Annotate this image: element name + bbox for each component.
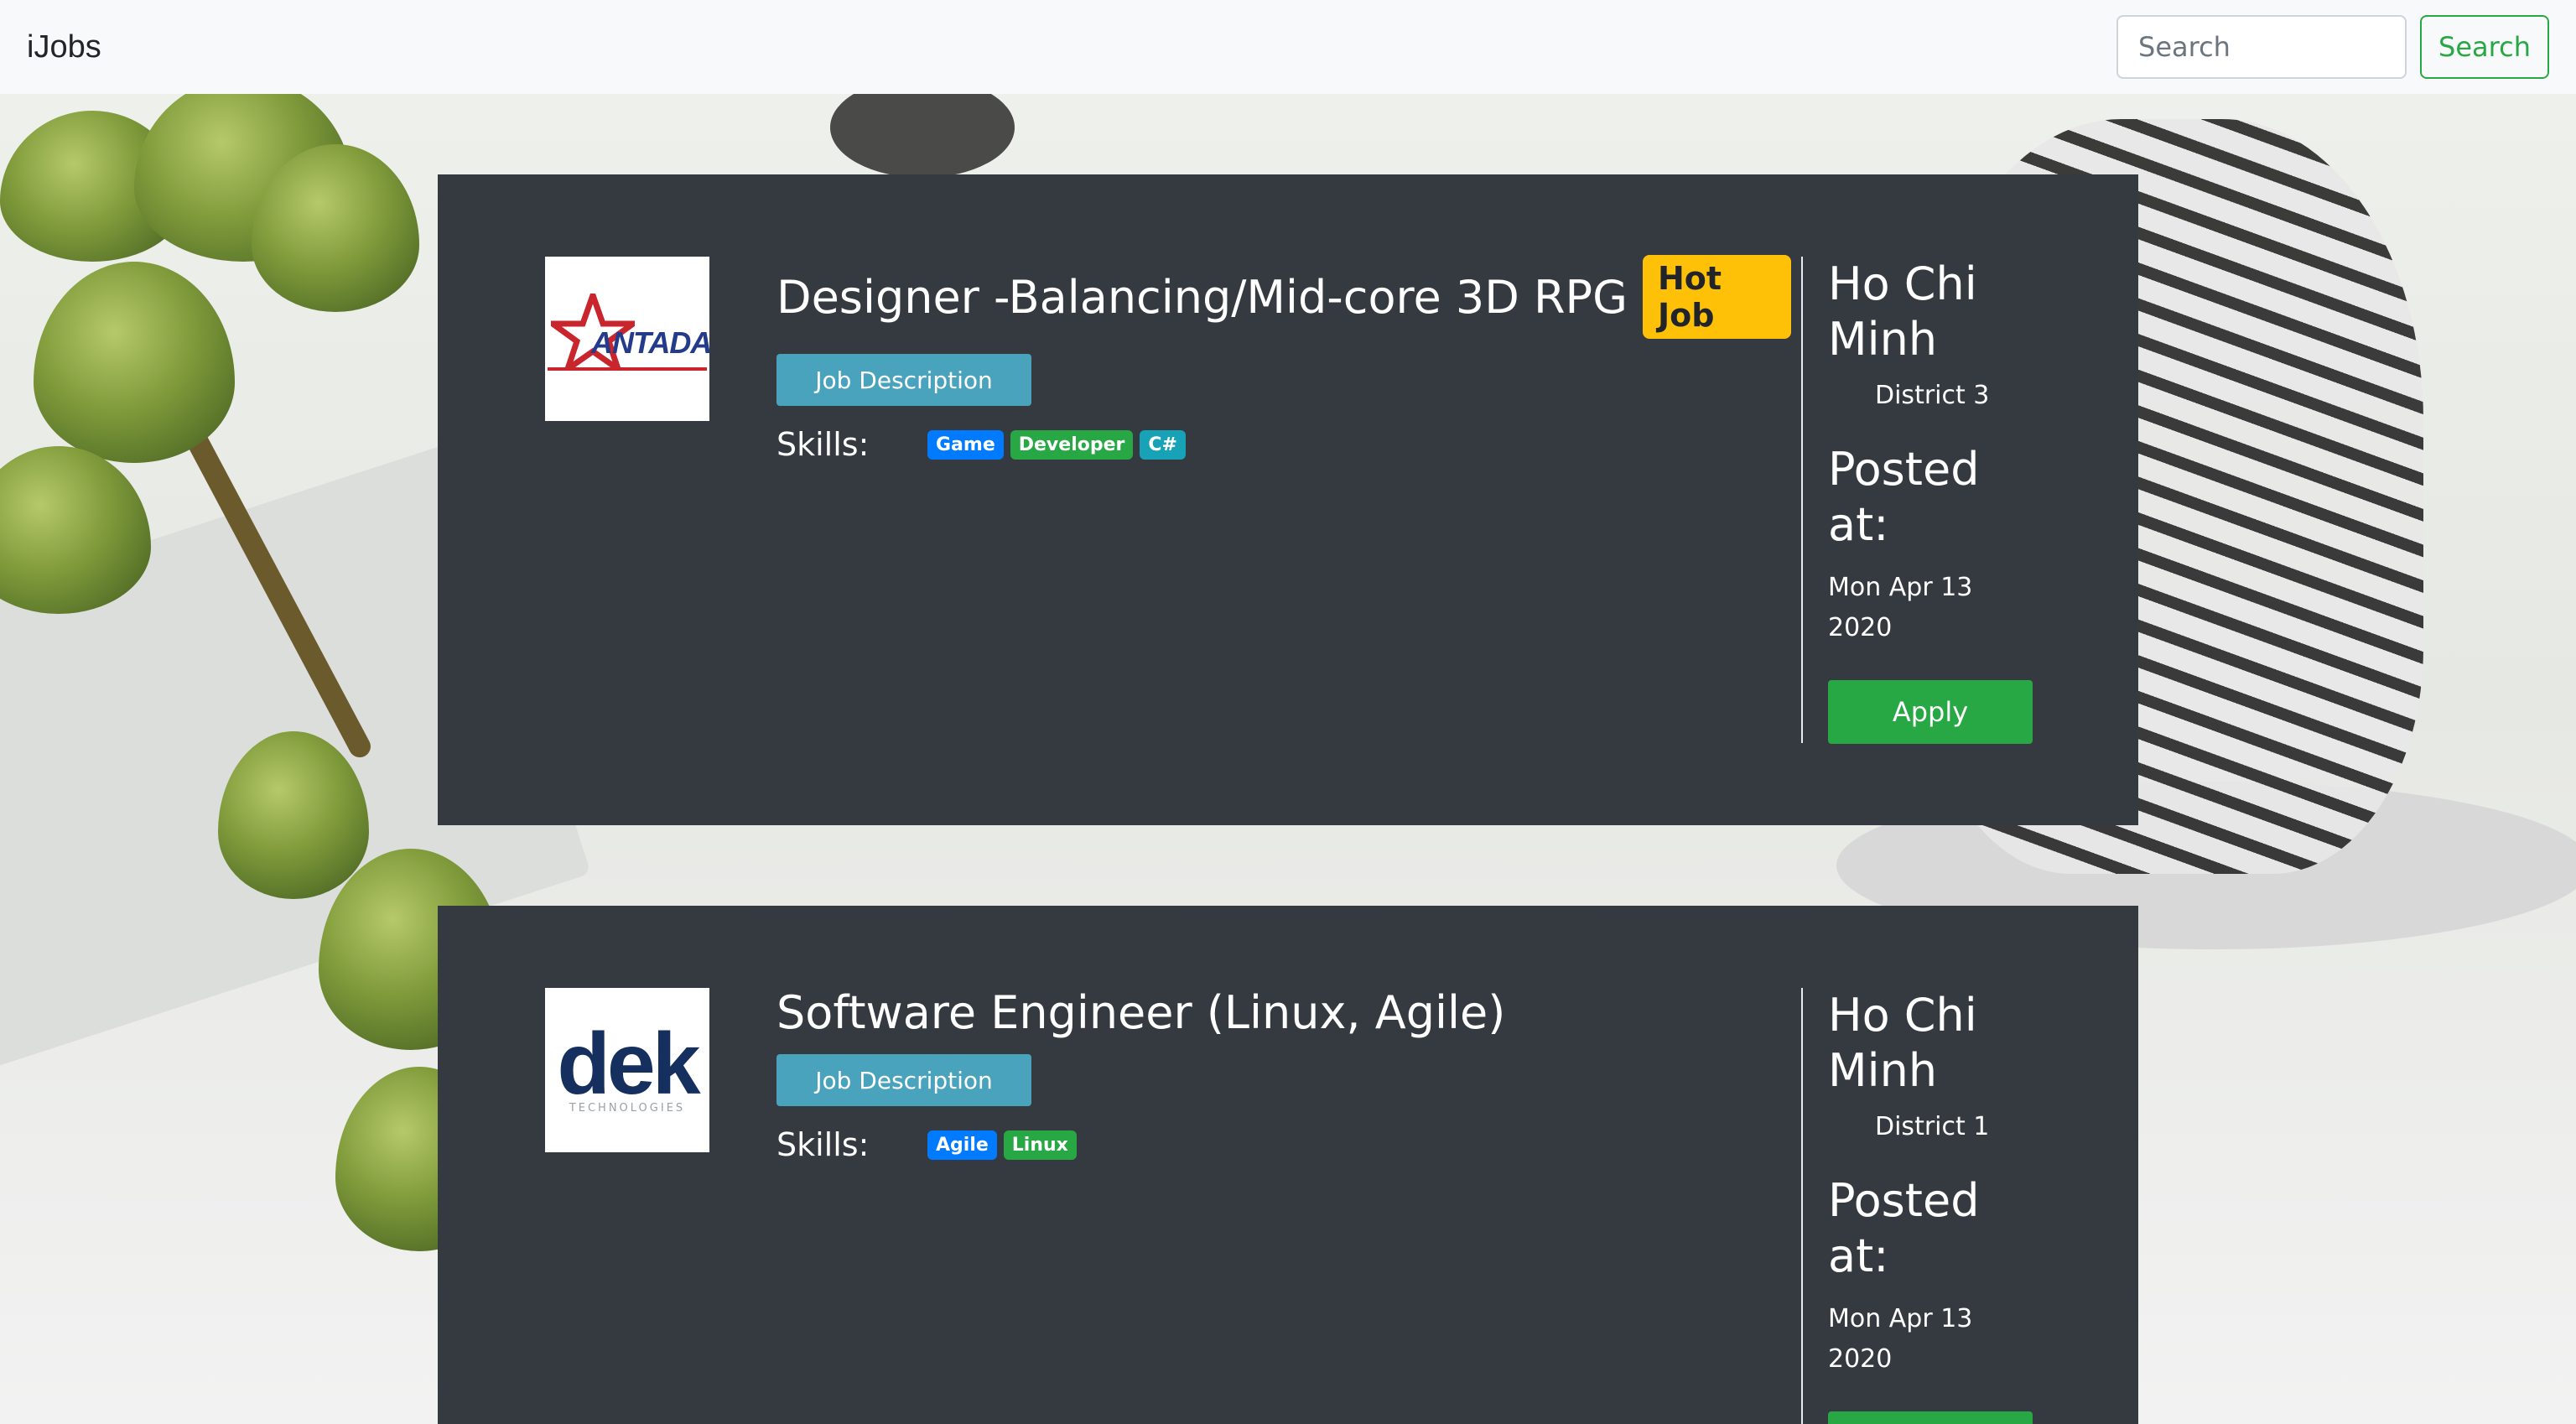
logo-text: dek [557,1015,700,1113]
brand-logo[interactable]: iJobs [27,29,101,65]
job-district: District 1 [1875,1112,1990,1141]
top-navbar: iJobs Search [0,0,2576,94]
skills-label: Skills: [776,1126,870,1163]
posted-date: Mon Apr 13 2020 [1828,1304,1973,1374]
job-card: dek TECHNOLOGIES Software Engineer (Linu… [438,906,2138,1424]
leaf-decor [34,262,235,463]
apply-button[interactable] [1828,1411,2033,1424]
search-input[interactable] [2116,15,2407,79]
skill-tags: Agile Linux [927,1130,1077,1160]
job-district: District 3 [1875,381,1990,410]
logo-text: ANTADA [591,325,709,360]
job-details: Software Engineer (Linux, Agile) Job Des… [776,986,1791,1163]
skills-row: Skills: Game Developer C# [776,426,1791,463]
job-title[interactable]: Designer -Balancing/Mid-core 3D RPG [776,271,1628,324]
job-title-row: Software Engineer (Linux, Agile) [776,986,1791,1039]
job-title-row: Designer -Balancing/Mid-core 3D RPG Hot … [776,255,1791,339]
logo-subtext: TECHNOLOGIES [569,1101,686,1115]
job-location-panel: Ho Chi Minh District 1 Posted at: Mon Ap… [1801,988,2053,1424]
company-logo: dek TECHNOLOGIES [545,988,709,1152]
shadow-decor [830,94,1015,178]
search-form: Search [2116,15,2549,79]
skill-tag[interactable]: Agile [927,1130,997,1160]
logo-underline [548,367,707,371]
skill-tag[interactable]: Developer [1010,429,1134,460]
skill-tags: Game Developer C# [927,429,1186,460]
skill-tag[interactable]: Game [927,429,1004,460]
skills-label: Skills: [776,426,870,463]
apply-button[interactable]: Apply [1828,680,2033,744]
skill-tag[interactable]: C# [1140,429,1186,460]
job-city: Ho Chi Minh [1828,989,1977,1097]
company-logo: ANTADA [545,257,709,421]
job-details: Designer -Balancing/Mid-core 3D RPG Hot … [776,255,1791,463]
leaf-decor [0,446,151,614]
search-button[interactable]: Search [2420,15,2549,79]
posted-date: Mon Apr 13 2020 [1828,573,1973,642]
job-title[interactable]: Software Engineer (Linux, Agile) [776,986,1505,1039]
posted-label: Posted at: [1828,1174,1980,1282]
dek-logo: dek TECHNOLOGIES [557,1015,700,1115]
hot-job-badge: Hot Job [1642,255,1791,339]
job-card: ANTADA Designer -Balancing/Mid-core 3D R… [438,174,2138,825]
job-description-button[interactable]: Job Description [776,1054,1031,1106]
skill-tag[interactable]: Linux [1003,1130,1077,1160]
job-city: Ho Chi Minh [1828,257,1977,366]
antada-logo: ANTADA [548,288,709,389]
skills-row: Skills: Agile Linux [776,1126,1791,1163]
job-description-button[interactable]: Job Description [776,354,1031,406]
job-location-panel: Ho Chi Minh District 3 Posted at: Mon Ap… [1801,257,2053,744]
posted-label: Posted at: [1828,443,1980,551]
